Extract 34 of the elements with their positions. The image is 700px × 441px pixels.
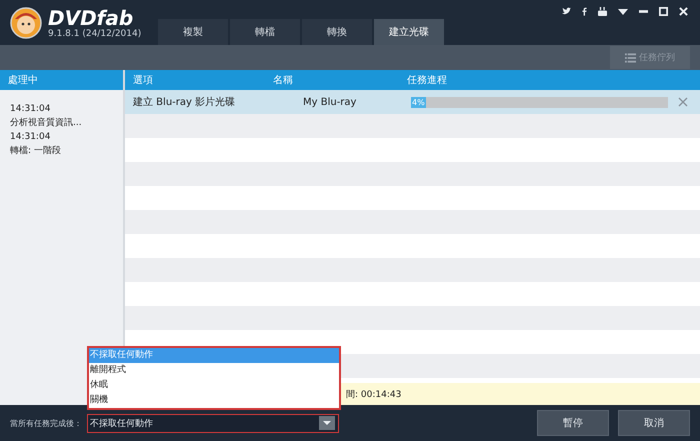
column-header: 選項 xyxy=(132,74,154,87)
log-line: 分析視音質資訊... xyxy=(10,117,83,129)
dropdown-option[interactable]: 離開程式 xyxy=(89,363,339,378)
nav-tab[interactable]: 複製 xyxy=(158,19,228,45)
column-header: 任務進程 xyxy=(407,74,448,87)
nav-tab[interactable]: 轉換 xyxy=(302,19,372,45)
mascot-logo-icon xyxy=(10,6,42,38)
f-letter-icon[interactable] xyxy=(582,7,587,16)
nav-tab[interactable]: 建立光碟 xyxy=(374,19,444,45)
column-header: 處理中 xyxy=(8,74,38,87)
task-row[interactable]: 建立 Blu-ray 影片光碟 My Blu-ray 4% xyxy=(125,90,700,114)
dropdown-caret-icon xyxy=(319,416,335,430)
column-header: 名稱 xyxy=(273,74,294,87)
status-text: 間: 00:14:43 xyxy=(346,388,402,400)
bird-icon[interactable] xyxy=(562,7,571,16)
progress-text: 4% xyxy=(411,96,426,108)
app-logo-text: DVDfab xyxy=(48,6,134,28)
log-line: 14:31:04 xyxy=(10,131,52,143)
maximize-icon[interactable] xyxy=(659,7,668,16)
log-line: 14:31:04 xyxy=(10,103,52,115)
action-button[interactable]: 取消 xyxy=(618,410,690,436)
footer-label: 當所有任務完成後： xyxy=(10,418,83,428)
action-button[interactable]: 暫停 xyxy=(537,410,609,436)
log-line: 轉檔: 一階段 xyxy=(10,145,62,157)
table-cell-text: My Blu-ray xyxy=(302,96,358,108)
version-text: 9.1.8.1 (24/12/2014) xyxy=(48,28,142,38)
tube-icon[interactable] xyxy=(598,7,607,16)
dropdown-triangle-icon[interactable] xyxy=(618,8,628,14)
nav-tab[interactable]: 轉檔 xyxy=(230,19,300,45)
dropdown-option[interactable]: 休眠 xyxy=(89,378,339,393)
list-icon xyxy=(625,52,636,62)
dropdown-option[interactable]: 關機 xyxy=(89,393,339,408)
action-dropdown[interactable]: 不採取任何動作 xyxy=(87,414,339,432)
table-cell-text: 建立 Blu-ray 影片光碟 xyxy=(132,96,236,109)
